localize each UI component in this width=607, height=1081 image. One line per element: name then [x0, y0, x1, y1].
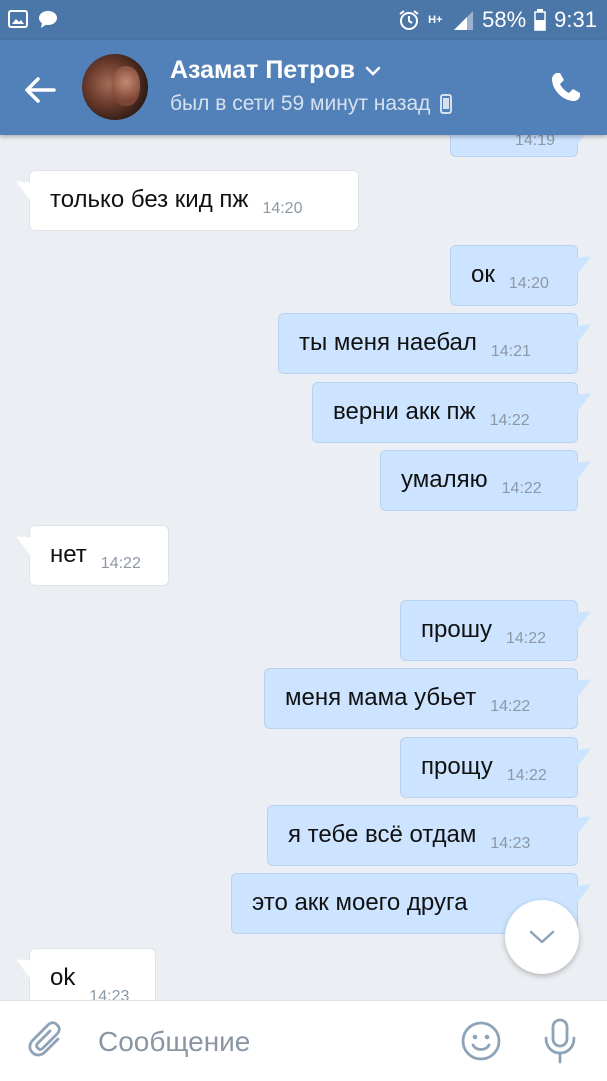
chevron-down-icon [365, 66, 381, 76]
status-bar: H+ 58% 9:31 [0, 0, 607, 40]
last-seen-status: был в сети 59 минут назад [170, 92, 453, 116]
message-time: 14:22 [506, 767, 547, 784]
message-composer [0, 1000, 607, 1081]
message-time: 14:22 [505, 630, 546, 647]
message-bubble-outgoing[interactable]: ты меня наебал 14:21 [278, 313, 578, 374]
message-bubble-incoming[interactable]: нет 14:22 [29, 525, 169, 586]
signal-icon [454, 11, 474, 30]
chevron-down-icon [529, 930, 555, 944]
message-time: 14:20 [508, 275, 549, 292]
message-bubble-outgoing[interactable]: ок 14:20 [450, 245, 578, 306]
microphone-icon[interactable] [542, 1018, 578, 1064]
message-bubble-outgoing[interactable]: 14:19 [450, 135, 578, 157]
message-text: я тебе всё отдам [288, 821, 477, 848]
message-time: 14:22 [100, 555, 141, 572]
alarm-icon [399, 10, 419, 30]
message-bubble-outgoing[interactable]: умаляю 14:22 [380, 450, 578, 511]
message-time: 14:23 [490, 835, 531, 852]
message-time: 14:20 [262, 200, 303, 217]
message-bubble-outgoing[interactable]: верни акк пж 14:22 [312, 382, 578, 443]
message-time: 14:22 [490, 698, 531, 715]
message-text: ты меня наебал [299, 329, 477, 356]
message-text: меня мама убьет [285, 684, 477, 711]
network-type-icon: H+ [428, 14, 443, 26]
message-text: это акк моего друга [252, 889, 468, 916]
paperclip-icon[interactable] [28, 1021, 66, 1061]
message-bubble-incoming[interactable]: ok 14:23 [29, 948, 156, 1000]
message-bubble-outgoing[interactable]: меня мама убьет 14:22 [264, 668, 578, 729]
phone-icon[interactable] [549, 70, 583, 104]
emoji-icon[interactable] [460, 1020, 502, 1062]
image-icon [8, 10, 28, 28]
contact-name-button[interactable]: Азамат Петров [170, 56, 381, 85]
scroll-down-button[interactable] [505, 900, 579, 974]
last-seen-text: был в сети 59 минут назад [170, 92, 431, 115]
battery-icon [534, 9, 546, 31]
message-time: 14:23 [89, 988, 130, 1000]
message-text: прошу [421, 616, 492, 643]
message-text: ok [50, 964, 76, 991]
message-bubble-incoming[interactable]: только без кид пж 14:20 [29, 170, 359, 231]
contact-name: Азамат Петров [170, 56, 356, 84]
message-list[interactable]: 14:19 только без кид пж 14:20 ок 14:20 т… [0, 135, 607, 1000]
clock: 9:31 [554, 7, 597, 32]
message-text: верни акк пж [333, 398, 476, 425]
message-bubble-outgoing[interactable]: прощу 14:22 [400, 737, 578, 798]
chat-bubble-icon [39, 11, 57, 28]
message-text: умаляю [401, 466, 488, 493]
back-arrow-icon[interactable] [20, 70, 60, 110]
message-time: 14:22 [501, 480, 542, 497]
message-bubble-outgoing[interactable]: прошу 14:22 [400, 600, 578, 661]
message-time: 14:19 [515, 135, 556, 149]
chat-header: Азамат Петров был в сети 59 минут назад [0, 40, 607, 135]
mobile-device-icon [440, 94, 453, 114]
message-text: прощу [421, 753, 493, 780]
avatar[interactable] [82, 54, 148, 120]
message-time: 14:21 [490, 343, 531, 360]
message-input[interactable] [96, 1019, 440, 1065]
message-time: 14:22 [489, 412, 530, 429]
battery-percent: 58% [482, 7, 527, 32]
message-text: только без кид пж [50, 186, 249, 213]
message-bubble-outgoing[interactable]: я тебе всё отдам 14:23 [267, 805, 578, 866]
message-text: нет [50, 541, 87, 568]
message-text: ок [471, 261, 495, 288]
